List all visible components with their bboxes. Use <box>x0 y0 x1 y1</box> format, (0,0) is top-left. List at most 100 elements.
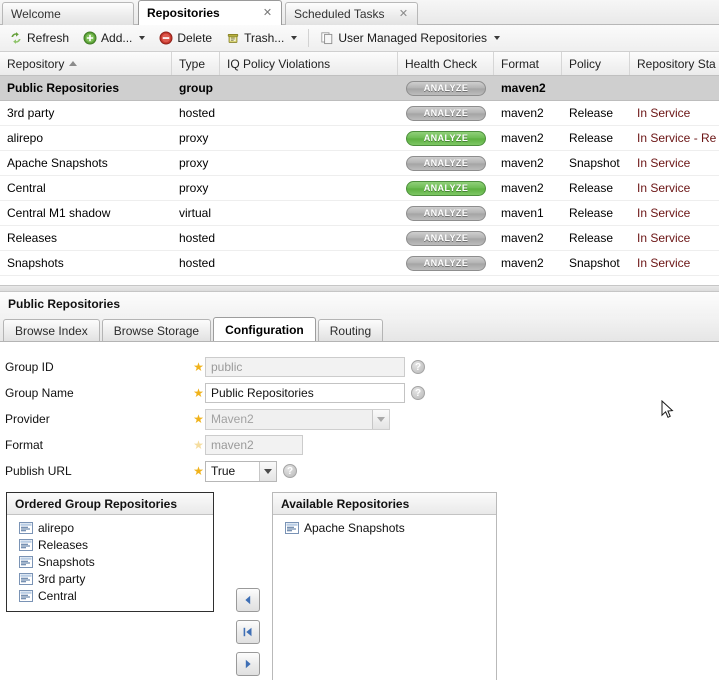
column-header-health-check[interactable]: Health Check <box>398 52 494 75</box>
close-icon[interactable]: ✕ <box>398 8 409 20</box>
cell-repository: Public Repositories <box>7 81 120 95</box>
list-item[interactable]: alirepo <box>7 519 213 536</box>
publish-url-select[interactable]: True <box>205 460 277 482</box>
analyze-button[interactable]: ANALYZE <box>406 230 486 246</box>
column-header-iq-policy-violations[interactable]: IQ Policy Violations <box>220 52 398 75</box>
cell-repository-status: In Service <box>637 206 691 220</box>
column-header-repository-status-label: Repository Sta <box>637 56 716 71</box>
cell-repository: Releases <box>7 231 58 245</box>
add-button[interactable]: Add... <box>77 28 151 49</box>
mouse-cursor <box>661 399 674 419</box>
cell-format: maven2 <box>501 131 544 145</box>
cell-iq-policy-violations <box>220 201 398 225</box>
list-item[interactable]: Snapshots <box>7 553 213 570</box>
tab-scheduled-tasks[interactable]: Scheduled Tasks ✕ <box>285 2 418 25</box>
analyze-button[interactable]: ANALYZE <box>406 205 486 221</box>
list-item[interactable]: 3rd party <box>7 570 213 587</box>
panel-splitter[interactable] <box>0 285 719 292</box>
ordered-group-repositories-items: alirepo Releases Snapshots 3rd party Cen… <box>7 515 213 604</box>
analyze-button[interactable]: ANALYZE <box>406 255 486 271</box>
list-item[interactable]: Apache Snapshots <box>273 519 496 536</box>
detail-tab-strip: Browse Index Browse Storage Configuratio… <box>0 316 719 342</box>
ordered-group-repositories-listbox[interactable]: Ordered Group Repositories alirepo Relea… <box>6 492 214 612</box>
column-header-repository-status[interactable]: Repository Sta <box>630 52 719 75</box>
format-input[interactable]: maven2 <box>205 435 303 455</box>
cell-policy: Release <box>569 206 614 220</box>
table-row[interactable]: Central proxy ANALYZE maven2 Release In … <box>0 176 719 201</box>
column-header-format[interactable]: Format <box>494 52 562 75</box>
cell-health-check: ANALYZE <box>398 201 494 225</box>
table-row[interactable]: 3rd party hosted ANALYZE maven2 Release … <box>0 101 719 126</box>
group-name-input[interactable]: Public Repositories <box>205 383 405 403</box>
cell-repository-status: In Service - Re <box>637 131 717 145</box>
move-all-left-button[interactable] <box>236 620 260 644</box>
tab-welcome[interactable]: Welcome <box>2 2 134 25</box>
cell-policy: Release <box>569 181 614 195</box>
tab-repositories[interactable]: Repositories ✕ <box>138 0 282 25</box>
column-header-type-label: Type <box>179 56 206 71</box>
help-icon[interactable]: ? <box>283 464 297 478</box>
refresh-label: Refresh <box>27 31 70 45</box>
cell-health-check: ANALYZE <box>398 101 494 125</box>
cell-health-check: ANALYZE <box>398 251 494 275</box>
table-row[interactable]: Releases hosted ANALYZE maven2 Release I… <box>0 226 719 251</box>
cell-health-check: ANALYZE <box>398 176 494 200</box>
required-star-icon: ★ <box>193 464 204 478</box>
list-item-label: Snapshots <box>38 554 95 569</box>
trash-button[interactable]: Trash... <box>220 28 303 49</box>
help-icon[interactable]: ? <box>411 360 425 374</box>
application-window: Welcome Repositories ✕ Scheduled Tasks ✕… <box>0 0 719 680</box>
column-header-type[interactable]: Type <box>172 52 220 75</box>
column-header-policy[interactable]: Policy <box>562 52 630 75</box>
table-row[interactable]: Public Repositories group ANALYZE maven2 <box>0 76 719 101</box>
analyze-button[interactable]: ANALYZE <box>406 80 486 96</box>
cell-repository: Central M1 shadow <box>7 206 111 220</box>
table-row[interactable]: Snapshots hosted ANALYZE maven2 Snapshot… <box>0 251 719 276</box>
move-right-button[interactable] <box>236 652 260 676</box>
cell-format: maven2 <box>501 81 546 95</box>
analyze-button[interactable]: ANALYZE <box>406 130 486 146</box>
tab-routing[interactable]: Routing <box>317 319 384 341</box>
cell-policy: Release <box>569 131 614 145</box>
delete-button[interactable]: Delete <box>153 28 218 49</box>
tab-configuration[interactable]: Configuration <box>213 317 316 341</box>
grid-header-row: Repository Type IQ Policy Violations Hea… <box>0 52 719 76</box>
tab-browse-index-label: Browse Index <box>15 323 88 338</box>
available-repositories-listbox[interactable]: Available Repositories Apache Snapshots <box>272 492 497 680</box>
chevron-down-icon[interactable] <box>494 36 501 40</box>
list-item[interactable]: Central <box>7 587 213 604</box>
move-left-button[interactable] <box>236 588 260 612</box>
column-header-policy-label: Policy <box>569 56 602 71</box>
table-row[interactable]: Apache Snapshots proxy ANALYZE maven2 Sn… <box>0 151 719 176</box>
cell-policy: Snapshot <box>569 156 620 170</box>
cell-policy <box>562 76 630 100</box>
tab-browse-storage[interactable]: Browse Storage <box>101 319 212 341</box>
close-icon[interactable]: ✕ <box>262 7 273 19</box>
sort-ascending-icon <box>69 61 78 66</box>
list-item[interactable]: Releases <box>7 536 213 553</box>
provider-label: Provider <box>5 412 50 426</box>
chevron-down-icon[interactable] <box>139 36 146 40</box>
repository-icon <box>19 555 33 568</box>
tab-browse-index[interactable]: Browse Index <box>3 319 100 341</box>
chevron-down-icon[interactable] <box>291 36 298 40</box>
analyze-button[interactable]: ANALYZE <box>406 105 486 121</box>
form-row-provider: Provider ★ Maven2 <box>0 408 390 430</box>
trash-icon <box>226 31 240 45</box>
provider-select[interactable]: Maven2 <box>205 408 390 430</box>
analyze-button[interactable]: ANALYZE <box>406 155 486 171</box>
group-id-input[interactable]: public <box>205 357 405 377</box>
help-icon[interactable]: ? <box>411 386 425 400</box>
chevron-down-icon[interactable] <box>372 409 389 429</box>
analyze-button[interactable]: ANALYZE <box>406 180 486 196</box>
chevron-down-icon[interactable] <box>259 461 276 481</box>
refresh-button[interactable]: Refresh <box>3 28 75 49</box>
user-managed-repositories-button[interactable]: User Managed Repositories <box>314 28 506 49</box>
table-row[interactable]: Central M1 shadow virtual ANALYZE maven1… <box>0 201 719 226</box>
cell-repository: Snapshots <box>7 256 64 270</box>
refresh-icon <box>9 31 23 45</box>
delete-icon <box>159 31 173 45</box>
available-repositories-title: Available Repositories <box>273 493 496 515</box>
table-row[interactable]: alirepo proxy ANALYZE maven2 Release In … <box>0 126 719 151</box>
column-header-repository[interactable]: Repository <box>0 52 172 75</box>
